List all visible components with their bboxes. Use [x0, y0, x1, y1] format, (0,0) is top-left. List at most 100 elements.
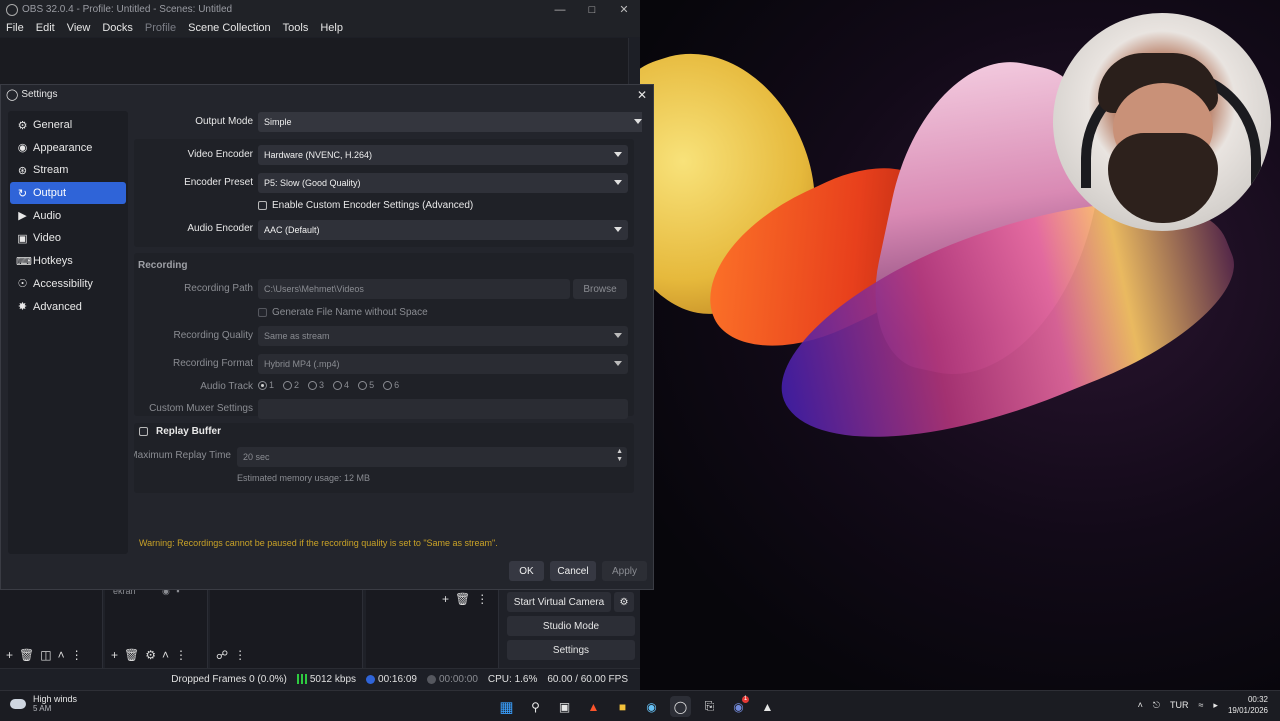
max-replay-time-label: Maximum Replay Time — [134, 450, 231, 461]
settings-titlebar: ◯ Settings ✕ — [1, 85, 653, 104]
replay-buffer-checkbox[interactable]: Replay Buffer — [139, 426, 221, 437]
add-scene-icon[interactable]: + — [6, 648, 13, 662]
add-source-icon[interactable]: + — [111, 648, 118, 662]
sidebar-item-hotkeys[interactable]: ⌨ Hotkeys — [10, 250, 126, 272]
audio-track-2[interactable]: 2 — [283, 380, 299, 390]
more-icon[interactable]: ⋮ — [71, 648, 83, 662]
app-icon[interactable]: ▲ — [757, 696, 778, 717]
remove-source-icon[interactable]: 🗑 — [124, 648, 139, 662]
sidebar-item-output[interactable]: ↻ Output — [10, 182, 126, 205]
menu-file[interactable]: File — [0, 22, 30, 34]
start-virtual-camera-button[interactable]: Start Virtual Camera — [507, 592, 611, 612]
window-title: OBS 32.0.4 - Profile: Untitled - Scenes:… — [22, 4, 233, 15]
custom-encoder-checkbox[interactable]: Enable Custom Encoder Settings (Advanced… — [258, 200, 473, 211]
record-status-icon — [426, 674, 436, 684]
transition-more-icon[interactable]: ⋮ — [476, 592, 488, 606]
apply-button[interactable]: Apply — [602, 561, 647, 581]
volume-icon[interactable]: ▸ — [1213, 700, 1218, 711]
task-view-icon[interactable]: ▣ — [554, 696, 575, 717]
recording-format-select[interactable]: Hybrid MP4 (.mp4) — [258, 354, 628, 374]
sources-dock: ekran ◉ ▪ + 🗑 ⚙ ˄ ⋮ — [105, 586, 208, 668]
browse-button[interactable]: Browse — [573, 279, 627, 299]
windows-start-icon[interactable]: ▦ — [496, 696, 517, 717]
muxer-input[interactable] — [258, 399, 628, 419]
sidebar-item-appearance[interactable]: ◉ Appearance — [10, 137, 126, 159]
move-up-icon[interactable]: ˄ — [58, 648, 65, 662]
menu-docks[interactable]: Docks — [96, 22, 139, 34]
sidebar-item-stream[interactable]: ⊛ Stream — [10, 159, 126, 181]
settings-title: Settings — [21, 89, 58, 100]
audio-track-6[interactable]: 6 — [383, 380, 399, 390]
studio-mode-button[interactable]: Studio Mode — [507, 616, 635, 636]
language-indicator[interactable]: TUR — [1170, 700, 1189, 710]
menu-view[interactable]: View — [61, 22, 97, 34]
no-space-checkbox[interactable]: Generate File Name without Space — [258, 307, 428, 318]
add-transition-icon[interactable]: + — [442, 592, 449, 606]
brave-browser-icon[interactable]: ▲ — [583, 696, 604, 717]
sidebar-item-video[interactable]: ▣ Video — [10, 227, 126, 249]
wind-cloud-icon — [10, 698, 26, 709]
cancel-button[interactable]: Cancel — [550, 561, 596, 581]
remove-scene-icon[interactable]: 🗑 — [19, 648, 34, 662]
close-icon[interactable]: ✕ — [631, 88, 653, 102]
chevron-up-icon[interactable]: ˄ — [1138, 700, 1143, 710]
video-encoder-select[interactable]: Hardware (NVENC, H.264) — [258, 145, 628, 165]
microphone-icon[interactable]: ⎋ — [1153, 700, 1160, 711]
replay-buffer-section: Replay Buffer Maximum Replay Time 20 sec… — [134, 423, 634, 493]
sidebar-item-advanced[interactable]: ✸ Advanced — [10, 296, 126, 318]
source-more-icon[interactable]: ⋮ — [175, 648, 187, 662]
recording-quality-select[interactable]: Same as stream — [258, 326, 628, 346]
scenes-dock: + 🗑 ◫ ˄ ⋮ — [0, 590, 103, 668]
recording-path-input[interactable]: C:\Users\Mehmet\Videos — [258, 279, 570, 299]
recording-quality-label: Recording Quality — [173, 330, 253, 341]
palette-icon: ◉ — [17, 142, 28, 155]
sidebar-item-general[interactable]: ⚙ General — [10, 114, 126, 136]
menu-help[interactable]: Help — [314, 22, 349, 34]
audio-track-1[interactable]: 1 — [258, 380, 274, 390]
output-icon: ↻ — [17, 187, 28, 200]
spin-arrows-icon[interactable]: ▲ ▼ — [616, 448, 623, 464]
source-up-icon[interactable]: ˄ — [162, 648, 169, 662]
clock[interactable]: 00:32 19/01/2026 — [1228, 694, 1268, 716]
obs-taskbar-icon[interactable]: ◯ — [670, 696, 691, 717]
weather-subtitle: 5 AM — [33, 704, 52, 713]
search-icon[interactable]: ⚲ — [525, 696, 546, 717]
settings-dialog: ◯ Settings ✕ ⚙ General ◉ Appearance ⊛ Strea… — [0, 84, 654, 590]
menu-tools[interactable]: Tools — [277, 22, 315, 34]
stream-time: 00:16:09 — [378, 674, 417, 685]
menu-profile[interactable]: Profile — [139, 22, 182, 34]
maximize-icon[interactable]: □ — [576, 4, 608, 16]
audio-track-5[interactable]: 5 — [358, 380, 374, 390]
weather-widget[interactable]: High winds 5 AM — [10, 694, 77, 713]
minimize-icon[interactable]: — — [544, 4, 576, 16]
mixer-link-icon[interactable]: ☍ — [216, 648, 228, 662]
steam-icon[interactable]: ◉ — [641, 696, 662, 717]
sidebar-item-accessibility[interactable]: ☉ Accessibility — [10, 273, 126, 295]
sidebar-item-audio[interactable]: ▶ Audio — [10, 205, 126, 227]
terminal-icon[interactable]: ⎘ — [699, 696, 720, 717]
output-settings-panel: Output Mode Simple Video Encoder Hardwar… — [134, 111, 642, 554]
audio-track-4[interactable]: 4 — [333, 380, 349, 390]
audio-encoder-label: Audio Encoder — [187, 223, 253, 234]
preview-area — [0, 38, 629, 84]
close-icon[interactable]: ✕ — [608, 3, 640, 16]
settings-button[interactable]: Settings — [507, 640, 635, 660]
audio-encoder-select[interactable]: AAC (Default) — [258, 220, 628, 240]
mixer-more-icon[interactable]: ⋮ — [234, 648, 246, 662]
virtual-camera-settings-icon[interactable]: ⚙ — [614, 592, 634, 612]
output-mode-select[interactable]: Simple — [258, 112, 642, 132]
encoder-preset-select[interactable]: P5: Slow (Good Quality) — [258, 173, 628, 193]
wifi-icon[interactable]: ≈ — [1198, 700, 1203, 710]
filter-icon[interactable]: ◫ — [40, 648, 51, 662]
audio-track-3[interactable]: 3 — [308, 380, 324, 390]
menu-scene-collection[interactable]: Scene Collection — [182, 22, 277, 34]
chevron-down-icon — [614, 227, 622, 232]
max-replay-time-spinbox[interactable]: 20 sec ▲ ▼ — [237, 447, 627, 467]
accessibility-icon: ☉ — [17, 278, 28, 291]
menu-edit[interactable]: Edit — [30, 22, 61, 34]
discord-icon[interactable]: ◉ 1 — [728, 696, 749, 717]
source-settings-icon[interactable]: ⚙ — [145, 648, 156, 662]
remove-transition-icon[interactable]: 🗑 — [455, 592, 470, 606]
ok-button[interactable]: OK — [509, 561, 544, 581]
file-explorer-icon[interactable]: ■ — [612, 696, 633, 717]
